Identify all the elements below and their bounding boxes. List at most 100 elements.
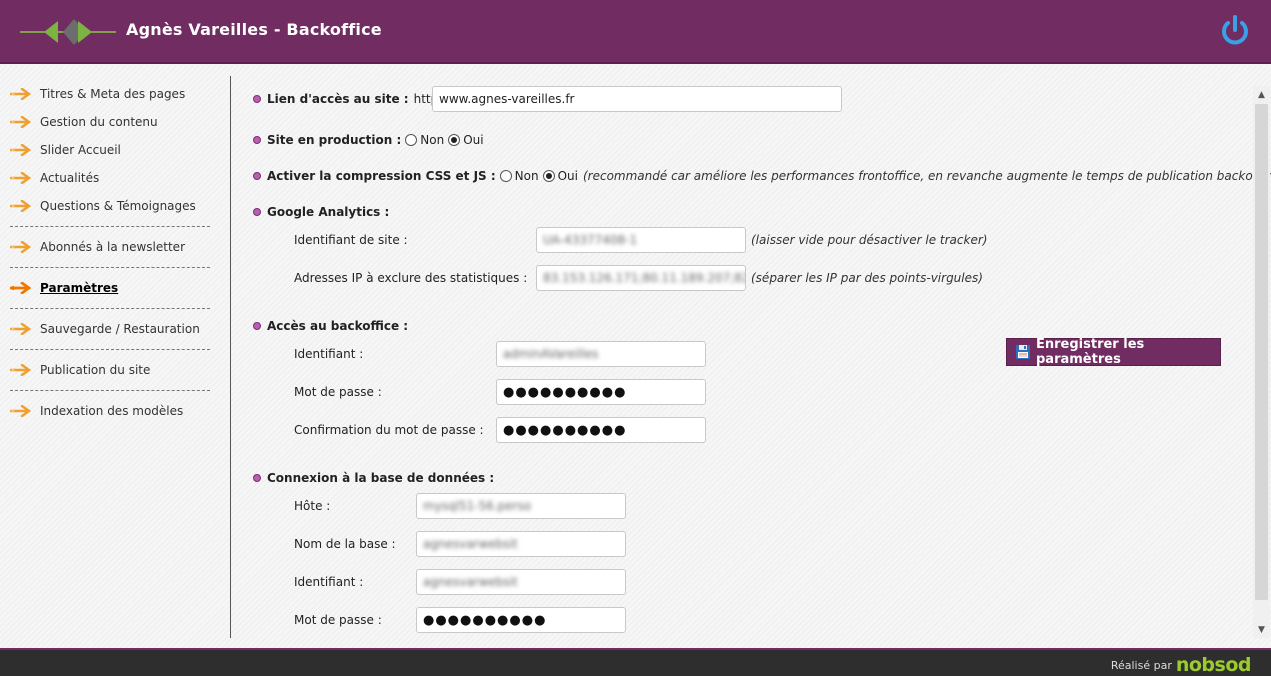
compression-yes-radio[interactable]	[542, 170, 555, 182]
arrow-right-icon	[10, 116, 32, 128]
analytics-row: Google Analytics :	[253, 202, 389, 222]
brand-logo[interactable]: nobsod	[1176, 654, 1252, 676]
site-link-row: Lien d'accès au site : http://	[253, 89, 450, 109]
backoffice-confirm-label: Confirmation du mot de passe :	[294, 423, 484, 437]
sidebar-item-slider-accueil[interactable]: Slider Accueil	[10, 139, 210, 161]
sidebar-item-gestion-contenu[interactable]: Gestion du contenu	[10, 111, 210, 133]
backoffice-id-input[interactable]: adminAVareilles	[496, 341, 706, 367]
sidebar-divider	[10, 226, 210, 227]
vertical-scrollbar[interactable]: ▲ ▼	[1253, 86, 1270, 638]
sidebar-item-newsletter[interactable]: Abonnés à la newsletter	[10, 236, 210, 258]
bullet-icon	[253, 208, 261, 216]
sidebar-item-indexation[interactable]: Indexation des modèles	[10, 400, 210, 422]
power-icon[interactable]	[1219, 14, 1251, 48]
main-area: Titres & Meta des pages Gestion du conte…	[0, 66, 1271, 648]
save-settings-button[interactable]: Enregistrer les paramètres	[1006, 337, 1221, 367]
app-title: Agnès Vareilles - Backoffice	[126, 20, 382, 39]
app-header: Agnès Vareilles - Backoffice	[0, 0, 1271, 64]
bullet-icon	[253, 95, 261, 103]
sidebar-item-sauvegarde[interactable]: Sauvegarde / Restauration	[10, 318, 210, 340]
sidebar-item-label: Indexation des modèles	[40, 404, 184, 418]
database-name-label: Nom de la base :	[294, 537, 396, 551]
database-host-label: Hôte :	[294, 499, 331, 513]
scroll-down-icon[interactable]: ▼	[1253, 621, 1270, 638]
compression-yes-label: Oui	[557, 169, 578, 183]
sidebar-item-label: Sauvegarde / Restauration	[40, 322, 200, 336]
production-row: Site en production : Non Oui	[253, 130, 484, 150]
backoffice-password-label: Mot de passe :	[294, 385, 382, 399]
compression-row: Activer la compression CSS et JS : Non O…	[253, 166, 1271, 186]
sidebar-item-label: Gestion du contenu	[40, 115, 158, 129]
arrow-right-icon	[10, 88, 32, 100]
analytics-exclude-ip-label: Adresses IP à exclure des statistiques :	[294, 271, 528, 285]
analytics-exclude-ip-value: 83.153.126.171;80.11.189.207;82.23	[543, 271, 745, 285]
sidebar-item-questions-temoignages[interactable]: Questions & Témoignages	[10, 195, 210, 217]
backoffice-label: Accès au backoffice :	[267, 319, 409, 333]
site-link-value: www.agnes-vareilles.fr	[439, 92, 575, 106]
bullet-icon	[253, 474, 261, 482]
sidebar-divider	[10, 267, 210, 268]
database-label: Connexion à la base de données :	[267, 471, 495, 485]
database-password-label: Mot de passe :	[294, 613, 382, 627]
sidebar-item-label: Abonnés à la newsletter	[40, 240, 185, 254]
sidebar-divider	[10, 349, 210, 350]
backoffice-confirm-input[interactable]: ●●●●●●●●●●	[496, 417, 706, 443]
logo-icon	[20, 19, 116, 45]
arrow-right-icon	[10, 241, 32, 253]
backoffice-password-input[interactable]: ●●●●●●●●●●	[496, 379, 706, 405]
database-password-value: ●●●●●●●●●●	[423, 613, 547, 628]
arrow-right-icon	[10, 282, 32, 294]
sidebar-item-parametres[interactable]: Paramètres	[10, 277, 210, 299]
analytics-site-id-input[interactable]: UA-43377408-1	[536, 227, 746, 253]
compression-label: Activer la compression CSS et JS :	[267, 169, 496, 183]
database-host-value: mysql51-56.perso	[423, 499, 532, 513]
scroll-up-icon[interactable]: ▲	[1253, 86, 1270, 103]
arrow-right-icon	[10, 405, 32, 417]
analytics-site-id-value: UA-43377408-1	[543, 233, 638, 247]
site-link-label: Lien d'accès au site :	[267, 92, 409, 106]
production-no-radio[interactable]	[405, 134, 418, 146]
backoffice-row: Accès au backoffice :	[253, 316, 408, 336]
backoffice-confirm-value: ●●●●●●●●●●	[503, 423, 627, 438]
scrollbar-thumb[interactable]	[1255, 104, 1268, 600]
bullet-icon	[253, 172, 261, 180]
database-password-input[interactable]: ●●●●●●●●●●	[416, 607, 626, 633]
database-row: Connexion à la base de données :	[253, 468, 494, 488]
production-no-label: Non	[420, 133, 445, 147]
credit: Réalisé par nobsod	[1110, 654, 1252, 676]
database-user-value: agnesvarwebsit	[423, 575, 518, 589]
production-yes-radio[interactable]	[448, 134, 461, 146]
arrow-right-icon	[10, 200, 32, 212]
site-link-input[interactable]: www.agnes-vareilles.fr	[432, 86, 842, 112]
database-user-label: Identifiant :	[294, 575, 364, 589]
sidebar-item-label: Questions & Témoignages	[40, 199, 196, 213]
bullet-icon	[253, 322, 261, 330]
sidebar-item-label: Publication du site	[40, 363, 151, 377]
sidebar-item-label: Paramètres	[40, 281, 119, 295]
backoffice-id-value: adminAVareilles	[503, 347, 599, 361]
backoffice-password-value: ●●●●●●●●●●	[503, 385, 627, 400]
analytics-exclude-ip-note: (séparer les IP par des points-virgules)	[751, 271, 983, 285]
floppy-disk-icon	[1016, 345, 1030, 359]
sidebar-item-label: Slider Accueil	[40, 143, 121, 157]
database-host-input[interactable]: mysql51-56.perso	[416, 493, 626, 519]
database-name-value: agnesvarwebsit	[423, 537, 518, 551]
sidebar-item-titres-meta[interactable]: Titres & Meta des pages	[10, 83, 210, 105]
sidebar-item-publication[interactable]: Publication du site	[10, 359, 210, 381]
analytics-site-id-note: (laisser vide pour désactiver le tracker…	[751, 233, 988, 247]
database-user-input[interactable]: agnesvarwebsit	[416, 569, 626, 595]
bullet-icon	[253, 136, 261, 144]
compression-no-label: Non	[514, 169, 539, 183]
sidebar-item-actualites[interactable]: Actualités	[10, 167, 210, 189]
production-yes-label: Oui	[463, 133, 484, 147]
credit-prefix: Réalisé par	[1110, 658, 1172, 672]
sidebar-item-label: Titres & Meta des pages	[40, 87, 186, 101]
sidebar-item-label: Actualités	[40, 171, 100, 185]
database-name-input[interactable]: agnesvarwebsit	[416, 531, 626, 557]
compression-no-radio[interactable]	[499, 170, 512, 182]
compression-note: (recommandé car améliore les performance…	[582, 169, 1271, 183]
analytics-exclude-ip-input[interactable]: 83.153.126.171;80.11.189.207;82.23	[536, 265, 746, 291]
production-label: Site en production :	[267, 133, 402, 147]
sidebar-divider	[10, 390, 210, 391]
arrow-right-icon	[10, 172, 32, 184]
